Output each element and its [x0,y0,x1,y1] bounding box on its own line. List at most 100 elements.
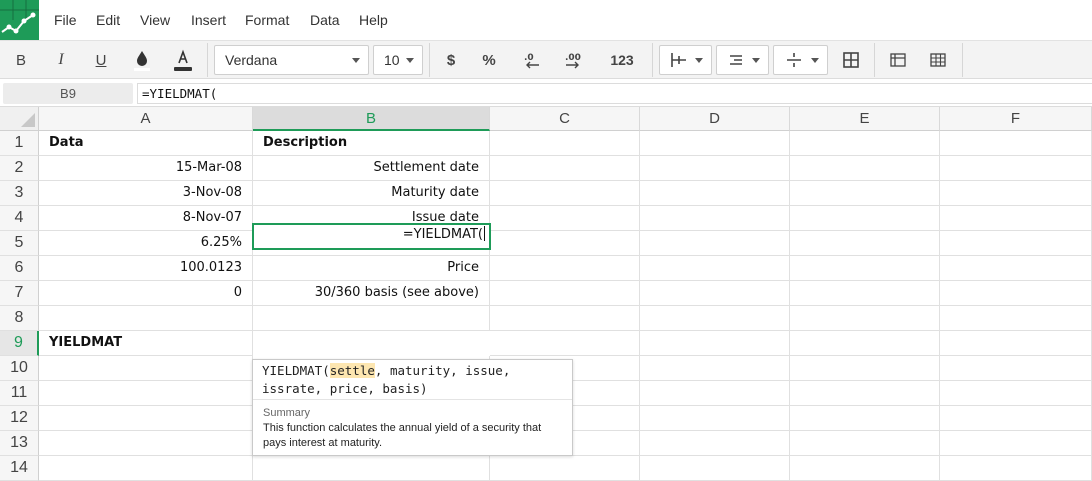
cell-d3[interactable] [640,181,790,206]
increase-decimals-button[interactable]: .00 [557,41,589,79]
menu-insert[interactable]: Insert [191,12,226,28]
cell-c2[interactable] [490,156,640,181]
row-header-11[interactable]: 11 [0,381,39,406]
fill-color-button[interactable] [126,41,158,79]
column-header-a[interactable]: A [39,107,253,131]
cell-e14[interactable] [790,456,940,481]
merge-cells-button[interactable] [835,41,867,79]
cell-d12[interactable] [640,406,790,431]
cell-d4[interactable] [640,206,790,231]
cell-c4[interactable] [490,206,640,231]
italic-button[interactable]: I [45,41,77,79]
cell-a13[interactable] [39,431,253,456]
cell-b3[interactable]: Maturity date [253,181,490,206]
row-header-14[interactable]: 14 [0,456,39,481]
cell-f11[interactable] [940,381,1092,406]
cell-b6[interactable]: Price [253,256,490,281]
cell-d7[interactable] [640,281,790,306]
cell-f7[interactable] [940,281,1092,306]
menu-data[interactable]: Data [310,12,340,28]
formula-input[interactable]: =YIELDMAT( [137,83,1092,104]
column-header-b[interactable]: B [253,107,490,131]
cell-a5[interactable]: 6.25% [39,231,253,256]
cell-f1[interactable] [940,131,1092,156]
vertical-align-dropdown[interactable] [773,45,828,75]
cell-a3[interactable]: 3-Nov-08 [39,181,253,206]
cell-a6[interactable]: 100.0123 [39,256,253,281]
cell-f12[interactable] [940,406,1092,431]
cell-c6[interactable] [490,256,640,281]
cell-a10[interactable] [39,356,253,381]
cell-a1[interactable]: Data [39,131,253,156]
menu-help[interactable]: Help [359,12,388,28]
cell-c5[interactable] [490,231,640,256]
cell-b1[interactable]: Description [253,131,490,156]
cell-c8[interactable] [490,306,640,331]
row-header-4[interactable]: 4 [0,206,39,231]
row-header-2[interactable]: 2 [0,156,39,181]
cell-a14[interactable] [39,456,253,481]
function-signature[interactable]: YIELDMAT(settle, maturity, issue, issrat… [253,360,572,400]
row-header-6[interactable]: 6 [0,256,39,281]
cell-b7[interactable]: 30/360 basis (see above) [253,281,490,306]
underline-button[interactable]: U [85,41,117,79]
cell-d13[interactable] [640,431,790,456]
cell-e9[interactable] [790,331,940,356]
cell-e2[interactable] [790,156,940,181]
cell-d5[interactable] [640,231,790,256]
column-header-c[interactable]: C [490,107,640,131]
bold-button[interactable]: B [5,41,37,79]
cell-f6[interactable] [940,256,1092,281]
menu-format[interactable]: Format [245,12,289,28]
cell-f8[interactable] [940,306,1092,331]
horizontal-align-dropdown[interactable] [716,45,769,75]
row-header-1[interactable]: 1 [0,131,39,156]
menu-edit[interactable]: Edit [96,12,120,28]
cell-e10[interactable] [790,356,940,381]
cell-e7[interactable] [790,281,940,306]
cell-c1[interactable] [490,131,640,156]
freeze-rows-button[interactable] [882,41,914,79]
cell-c9[interactable] [490,331,640,356]
cell-d8[interactable] [640,306,790,331]
row-header-7[interactable]: 7 [0,281,39,306]
cell-a8[interactable] [39,306,253,331]
cell-a7[interactable]: 0 [39,281,253,306]
decrease-decimals-button[interactable]: .0 [516,41,546,79]
cell-d10[interactable] [640,356,790,381]
cell-e11[interactable] [790,381,940,406]
font-size-select[interactable]: 10 [373,45,423,75]
active-cell-editor[interactable]: =YIELDMAT( [252,223,491,250]
currency-format-button[interactable]: $ [436,41,466,79]
cell-d14[interactable] [640,456,790,481]
cell-f5[interactable] [940,231,1092,256]
row-header-5[interactable]: 5 [0,231,39,256]
cell-e3[interactable] [790,181,940,206]
cell-c3[interactable] [490,181,640,206]
menu-view[interactable]: View [140,12,170,28]
borders-dropdown[interactable] [659,45,712,75]
cell-a12[interactable] [39,406,253,431]
cell-a2[interactable]: 15-Mar-08 [39,156,253,181]
number-format-button[interactable]: 123 [601,41,643,79]
grid-table-button[interactable] [922,41,954,79]
cell-e1[interactable] [790,131,940,156]
row-header-10[interactable]: 10 [0,356,39,381]
font-family-select[interactable]: Verdana [214,45,369,75]
cell-d2[interactable] [640,156,790,181]
cell-a11[interactable] [39,381,253,406]
cell-e4[interactable] [790,206,940,231]
cell-e8[interactable] [790,306,940,331]
cell-b14[interactable] [253,456,490,481]
cell-d11[interactable] [640,381,790,406]
cell-f2[interactable] [940,156,1092,181]
cell-a4[interactable]: 8-Nov-07 [39,206,253,231]
cell-c7[interactable] [490,281,640,306]
cell-f10[interactable] [940,356,1092,381]
cell-c14[interactable] [490,456,640,481]
cell-e12[interactable] [790,406,940,431]
cell-f3[interactable] [940,181,1092,206]
cell-d6[interactable] [640,256,790,281]
column-header-e[interactable]: E [790,107,940,131]
cell-a9[interactable]: YIELDMAT [39,331,253,356]
